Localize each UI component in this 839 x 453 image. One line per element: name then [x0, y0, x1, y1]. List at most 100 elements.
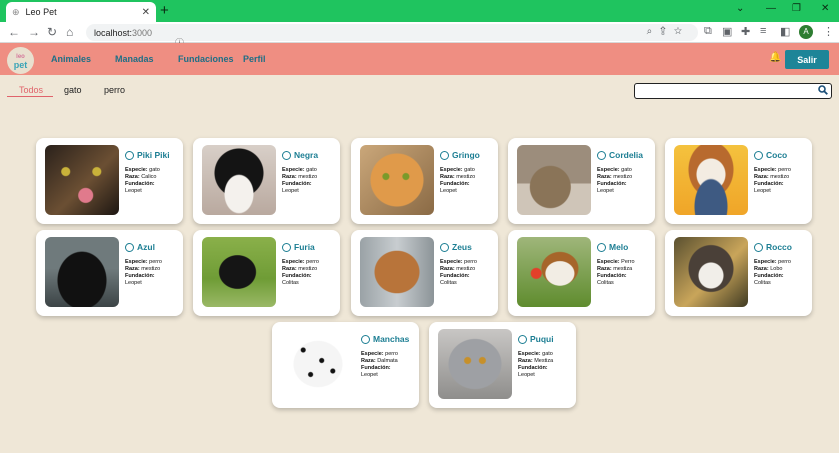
pet-species: gato: [542, 351, 553, 357]
new-tab-icon[interactable]: +: [160, 2, 169, 20]
pet-card[interactable]: Negra Especie: gato Raza: mestizo Fundac…: [193, 138, 340, 224]
pet-card[interactable]: Piki Piki Especie: gato Raza: Calico Fun…: [36, 138, 183, 224]
pet-breed: mestizo: [770, 174, 790, 180]
pet-breed: mestizo: [456, 174, 476, 180]
pet-card[interactable]: Manchas Especie: perro Raza: Dalmata Fun…: [272, 322, 419, 408]
minimize-icon[interactable]: —: [766, 3, 776, 14]
pet-name[interactable]: Puqui: [518, 334, 574, 344]
paw-icon: [597, 150, 606, 160]
leopet-logo[interactable]: leo pet: [7, 47, 34, 74]
pet-name[interactable]: Azul: [125, 242, 181, 252]
pet-foundation: Leopet: [518, 372, 535, 378]
logout-button[interactable]: Salir: [785, 50, 829, 69]
pet-photo: [674, 145, 748, 215]
forward-icon[interactable]: →: [28, 25, 40, 39]
pet-name[interactable]: Gringo: [440, 150, 496, 160]
pet-name[interactable]: Furia: [282, 242, 338, 252]
pet-species: gato: [621, 167, 632, 173]
menu-kebab-icon[interactable]: ⋮: [823, 25, 834, 38]
browser-tab-bar: ⊕ Leo Pet ✕ + ⌄ — ❐ ✕: [0, 0, 839, 22]
filter-tab-todos[interactable]: Todos: [19, 85, 43, 95]
paw-icon: [754, 150, 763, 160]
pet-species: perro: [464, 259, 477, 265]
omnibox-actions-icon[interactable]: ⌕⇪☆: [647, 26, 690, 37]
browser-tab[interactable]: ⊕ Leo Pet ✕: [6, 2, 156, 22]
pet-name[interactable]: Coco: [754, 150, 810, 160]
tab-search-icon[interactable]: ⌄: [736, 3, 744, 14]
pet-name[interactable]: Cordelia: [597, 150, 653, 160]
nav-link-perfil[interactable]: Perfil: [243, 54, 266, 64]
search-input[interactable]: [634, 83, 832, 99]
pet-card[interactable]: Puqui Especie: gato Raza: Mestiza Fundac…: [429, 322, 576, 408]
pet-card[interactable]: Coco Especie: perro Raza: mestizo Fundac…: [665, 138, 812, 224]
filter-tab-perro[interactable]: perro: [104, 85, 125, 95]
profile-avatar[interactable]: A: [799, 25, 813, 39]
pet-photo: [360, 145, 434, 215]
pet-foundation: Leopet: [125, 280, 142, 286]
active-filter-underline: [7, 96, 53, 97]
pet-name[interactable]: Rocco: [754, 242, 810, 252]
pet-card[interactable]: Gringo Especie: gato Raza: mestizo Funda…: [351, 138, 498, 224]
pet-name[interactable]: Piki Piki: [125, 150, 181, 160]
paw-icon: [597, 242, 606, 252]
pet-species: perro: [306, 259, 319, 265]
pet-name[interactable]: Negra: [282, 150, 338, 160]
extension-icon[interactable]: ▣: [722, 25, 732, 38]
pet-name[interactable]: Zeus: [440, 242, 496, 252]
filter-tab-gato[interactable]: gato: [64, 85, 82, 95]
pet-breed: Calico: [141, 174, 157, 180]
pet-breed: Mestiza: [534, 358, 554, 364]
pet-species: gato: [149, 167, 160, 173]
pet-card[interactable]: Rocco Especie: perro Raza: Lobo Fundació…: [665, 230, 812, 316]
window-close-icon[interactable]: ✕: [821, 3, 829, 14]
nav-link-fundaciones[interactable]: Fundaciones: [178, 54, 234, 64]
extensions-puzzle-icon[interactable]: ✚: [741, 25, 750, 38]
tab-close-icon[interactable]: ✕: [142, 7, 150, 18]
pet-photo: [517, 145, 591, 215]
paw-icon: [518, 334, 527, 344]
pet-name[interactable]: Melo: [597, 242, 653, 252]
pet-species: perro: [778, 167, 791, 173]
back-icon[interactable]: ←: [8, 25, 20, 39]
paw-icon: [282, 242, 291, 252]
pet-foundation: Colitas: [754, 280, 771, 286]
pet-breed: mestizo: [613, 174, 633, 180]
pet-photo: [281, 329, 355, 399]
pet-species: perro: [385, 351, 398, 357]
url-port: 3000: [132, 27, 153, 38]
pet-foundation: Leopet: [597, 188, 614, 194]
pet-breed: mestizo: [298, 266, 318, 272]
media-icon[interactable]: ≡: [760, 25, 766, 37]
pet-photo: [517, 237, 591, 307]
pet-card[interactable]: Azul Especie: perro Raza: mestizo Fundac…: [36, 230, 183, 316]
pet-photo: [45, 145, 119, 215]
pet-card[interactable]: Melo Especie: Perro Raza: mestiza Fundac…: [508, 230, 655, 316]
pet-breed: mestizo: [141, 266, 161, 272]
paw-icon: [754, 242, 763, 252]
pet-card[interactable]: Zeus Especie: perro Raza: mestizo Fundac…: [351, 230, 498, 316]
paw-icon: [361, 334, 370, 344]
restore-icon[interactable]: ❐: [792, 3, 801, 14]
home-icon[interactable]: ⌂: [66, 25, 73, 39]
pet-photo: [360, 237, 434, 307]
url-host: localhost:: [94, 27, 133, 38]
pet-species: gato: [464, 167, 475, 173]
address-bar[interactable]: ⓘ localhost:3000 ⌕⇪☆: [86, 24, 698, 48]
pet-foundation: Leopet: [440, 188, 457, 194]
search-icon[interactable]: [818, 85, 828, 95]
app-navbar: leo pet Animales Manadas Fundaciones Per…: [0, 43, 839, 75]
side-panel-icon[interactable]: ◧: [780, 25, 790, 38]
tab-title: Leo Pet: [25, 7, 57, 17]
extension-icon[interactable]: ⧉: [704, 25, 712, 38]
nav-link-animales[interactable]: Animales: [51, 54, 91, 64]
pet-foundation: Colitas: [282, 280, 299, 286]
pet-name[interactable]: Manchas: [361, 334, 417, 344]
pet-breed: mestizo: [298, 174, 318, 180]
notifications-bell-icon[interactable]: 🔔: [769, 52, 781, 63]
pet-foundation: Colitas: [597, 280, 614, 286]
pet-card[interactable]: Cordelia Especie: gato Raza: mestizo Fun…: [508, 138, 655, 224]
nav-link-manadas[interactable]: Manadas: [115, 54, 154, 64]
pet-photo: [674, 237, 748, 307]
reload-icon[interactable]: ↻: [47, 25, 57, 39]
pet-card[interactable]: Furia Especie: perro Raza: mestizo Funda…: [193, 230, 340, 316]
